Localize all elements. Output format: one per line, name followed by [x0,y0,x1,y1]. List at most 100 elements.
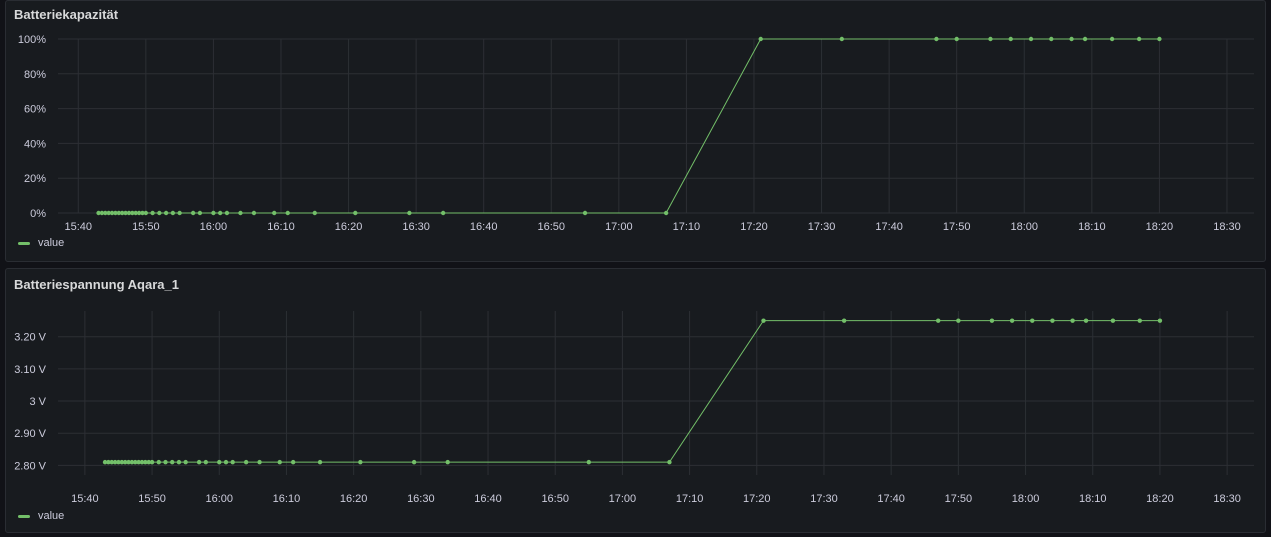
y-tick-label: 3 V [29,396,46,408]
data-point [243,459,249,465]
y-tick-label: 3.20 V [14,332,46,344]
x-tick-label: 16:10 [273,493,301,503]
x-tick-label: 17:50 [945,493,973,503]
data-point [203,459,209,465]
data-point [1157,36,1162,42]
x-tick-label: 17:10 [676,493,704,503]
x-tick-label: 17:30 [808,221,836,231]
x-tick-label: 16:20 [340,493,368,503]
x-tick-label: 17:40 [877,493,905,503]
y-tick-label: 2.90 V [14,428,46,440]
x-tick-label: 18:10 [1079,493,1107,503]
data-point [1083,318,1089,323]
legend-label: value [38,510,65,522]
data-point [1137,318,1142,323]
x-tick-label: 17:20 [743,493,771,503]
data-point [149,459,155,465]
data-point [317,459,323,465]
x-tick-label: 15:50 [132,221,160,231]
data-point [257,459,262,465]
data-point [217,210,223,216]
data-point [157,210,162,216]
battery-voltage-chart: 15:40 15:50 16:00 16:10 16:20 16:30 16:40 16:50… [14,311,1254,503]
data-point [667,459,672,465]
data-point [841,318,847,323]
data-point [285,210,290,216]
data-point [230,459,235,465]
x-tick-label: 17:00 [609,493,637,503]
data-point [758,36,763,42]
y-tick-label: 0% [30,208,46,220]
data-point [1070,318,1075,323]
x-tick-label: 18:00 [1010,221,1038,231]
x-tick-label: 18:30 [1213,493,1241,503]
data-point [663,210,669,216]
data-point [954,36,959,42]
data-point [196,459,202,465]
y-tick-label: 40% [24,138,46,150]
y-tick-label: 3.10 V [14,364,46,376]
data-point [176,459,182,465]
x-tick-label: 16:20 [335,221,363,231]
data-point [277,459,282,465]
data-point [445,459,450,465]
x-tick-label: 16:30 [402,221,430,231]
x-tick-label: 17:40 [875,221,903,231]
data-point [1049,36,1054,42]
x-tick-label: 16:50 [541,493,569,503]
data-point [223,459,229,465]
x-tick-label: 17:10 [673,221,701,231]
data-point [936,318,941,323]
x-tick-label: 18:00 [1012,493,1040,503]
x-tick-label: 16:50 [537,221,565,231]
data-point [1110,318,1116,323]
data-point [251,210,257,216]
legend-label: value [38,237,65,249]
data-point [170,459,175,465]
data-point [1109,36,1115,42]
data-point [761,318,766,323]
data-point [238,210,243,216]
y-tick-label: 60% [24,104,46,116]
data-point [183,459,188,465]
data-point [143,210,149,216]
data-point [177,210,182,216]
data-point [1028,36,1034,42]
series-line [98,38,1160,214]
legend-swatch [18,241,30,245]
legend-swatch [18,514,30,518]
data-point [1008,36,1013,42]
data-point [1050,318,1055,323]
x-tick-label: 15:40 [71,493,99,503]
battery-capacity-panel: Batteriekapazität 15:40 15:50 16:00 16:10 16… [5,0,1266,262]
x-tick-label: 17:30 [810,493,838,503]
x-tick-label: 18:20 [1146,493,1174,503]
battery-voltage-panel: Batteriespannung Aqara_1 15:40 15:50 16:00… [5,268,1266,533]
data-point [224,210,230,216]
y-tick-label: 2.80 V [14,460,46,472]
x-tick-label: 16:00 [205,493,233,503]
data-point [272,210,277,216]
x-tick-label: 16:00 [200,221,228,231]
data-point [156,459,161,465]
x-tick-label: 17:20 [740,221,768,231]
data-point [407,210,412,216]
data-point [163,459,168,465]
data-point [163,210,169,216]
x-tick-label: 18:10 [1078,221,1106,231]
legend[interactable]: value [18,237,64,249]
data-point [582,210,588,216]
data-point [290,459,296,465]
data-point [956,318,961,323]
legend[interactable]: value [18,510,64,522]
data-point [586,459,592,465]
series-line [105,320,1160,463]
x-tick-label: 15:40 [65,221,93,231]
data-point [1082,36,1088,42]
x-tick-label: 16:10 [267,221,295,231]
data-point [197,210,203,216]
data-point [440,210,446,216]
x-tick-label: 15:50 [138,493,166,503]
data-point [190,210,196,216]
x-tick-label: 18:20 [1146,221,1174,231]
